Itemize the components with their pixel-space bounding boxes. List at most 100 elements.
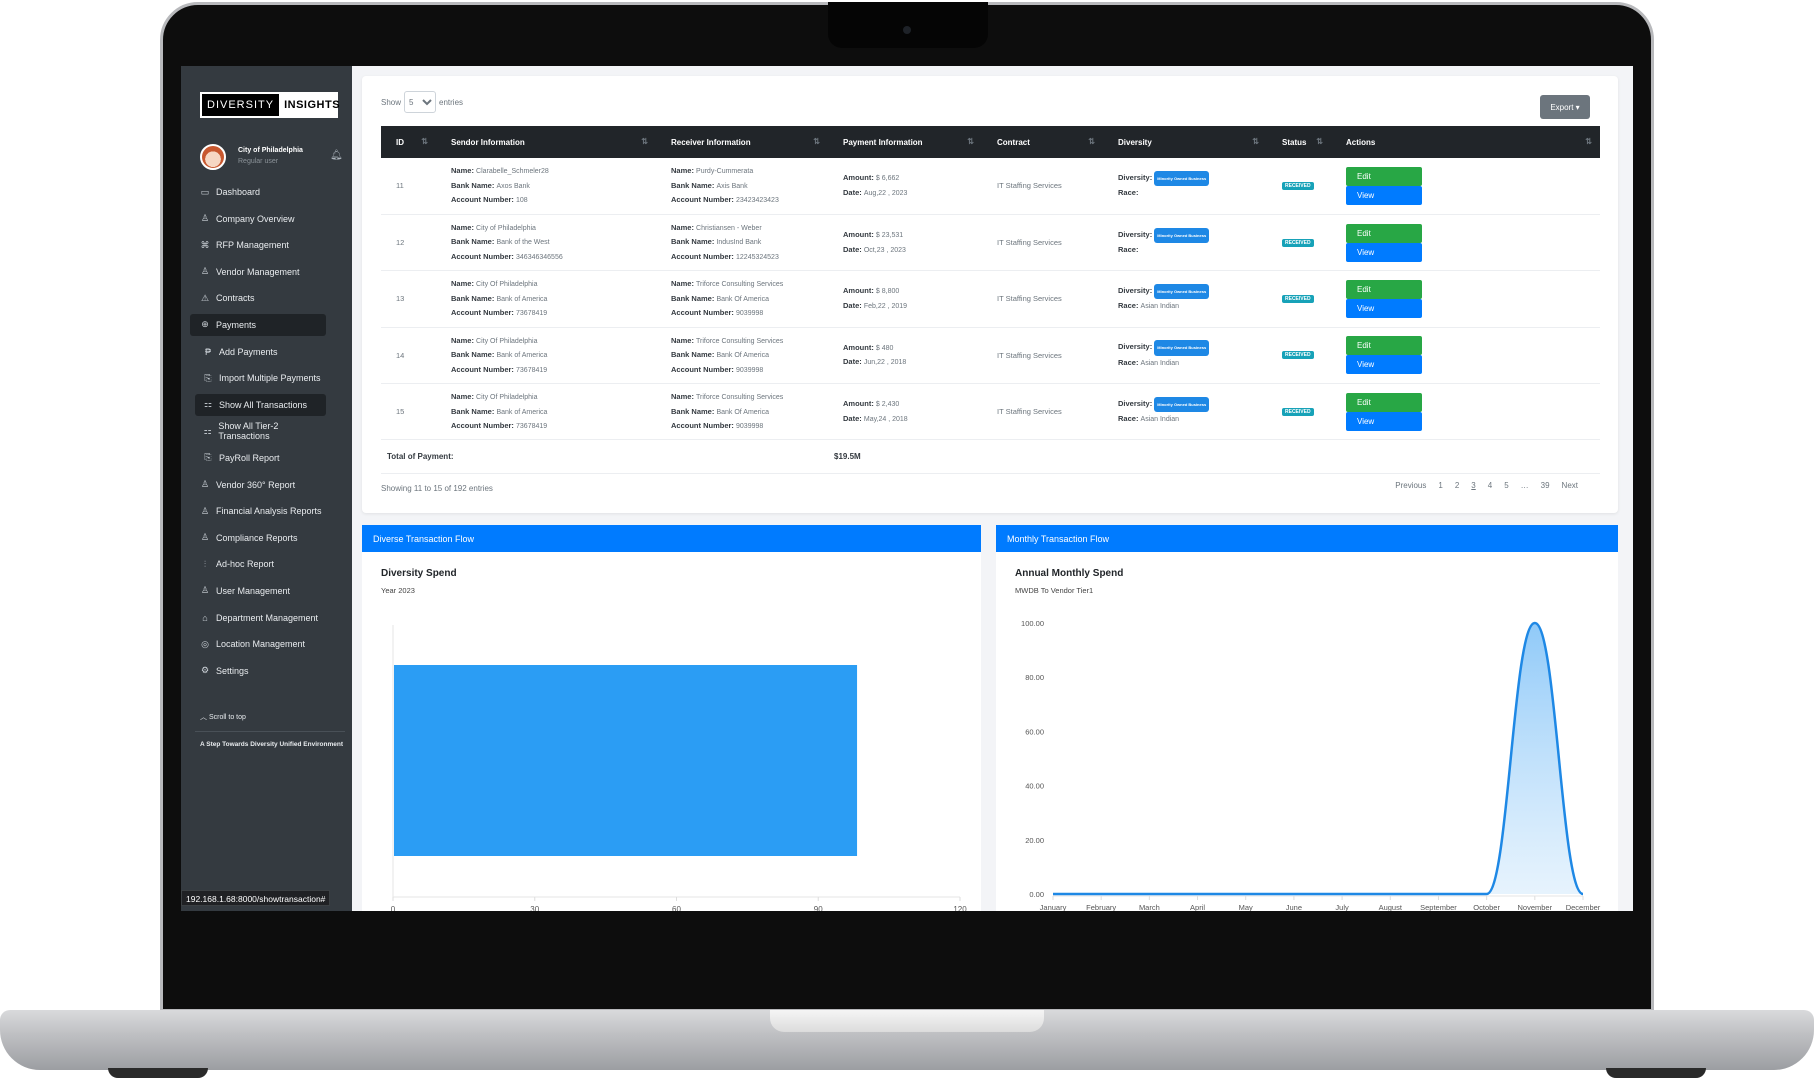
column-header-label: Payment Information xyxy=(843,137,923,147)
sidebar-item-financial-analysis-reports[interactable]: ♙ Financial Analysis Reports xyxy=(190,500,326,522)
sort-arrows-icon[interactable]: ⇅ xyxy=(1585,137,1592,146)
sidebar-item-label: Financial Analysis Reports xyxy=(216,506,322,517)
sidebar-item-vendor-360-report[interactable]: ♙ Vendor 360° Report xyxy=(190,474,326,496)
x-tick-label: May xyxy=(1239,903,1253,911)
sidebar-item-rfp-management[interactable]: ⌘ RFP Management xyxy=(190,234,326,256)
user-profile[interactable]: City of Philadelphia Regular user 🔔︎ xyxy=(200,144,343,174)
sort-arrows-icon[interactable]: ⇅ xyxy=(641,137,648,146)
column-header-id[interactable]: ID ⇅ xyxy=(381,126,436,158)
column-header-status[interactable]: Status ⇅ xyxy=(1267,126,1331,158)
column-header-diversity[interactable]: Diversity ⇅ xyxy=(1103,126,1267,158)
field-value: 12245324523 xyxy=(736,253,779,261)
cell-sender: Name: City Of Philadelphia Bank Name: Ban… xyxy=(436,383,656,441)
panel-header: Monthly Transaction Flow xyxy=(996,525,1618,552)
table-row: 11 Name: Clarabelle_Schmeler28 Bank Name: … xyxy=(381,158,1600,215)
pagination-page[interactable]: 2 xyxy=(1449,481,1465,490)
column-header-contract[interactable]: Contract ⇅ xyxy=(982,126,1103,158)
view-button[interactable]: View xyxy=(1346,298,1422,318)
sort-arrows-icon[interactable]: ⇅ xyxy=(967,137,974,146)
edit-button[interactable]: Edit xyxy=(1346,392,1422,412)
receiver-account: Account Number: 12245324523 xyxy=(671,250,828,265)
sidebar-item-add-payments[interactable]: ₱ Add Payments xyxy=(190,341,326,363)
field-label: Amount xyxy=(843,286,872,296)
pagination: Previous 1 2 3 4 5… 39 Next xyxy=(1389,481,1584,490)
column-header-receiver-information[interactable]: Receiver Information ⇅ xyxy=(656,126,828,158)
sidebar-item-label: PayRoll Report xyxy=(219,452,280,463)
entries-per-page-select[interactable]: 5 xyxy=(404,91,437,113)
pagination-page[interactable]: 5 xyxy=(1498,481,1514,490)
pagination-page[interactable]: 39 xyxy=(1535,481,1556,490)
entries-length-control: Show 5 entries xyxy=(381,91,463,113)
field-value: IndusInd Bank xyxy=(716,239,762,247)
sidebar-item-department-management[interactable]: ⌂ Department Management xyxy=(190,607,326,629)
column-header-actions[interactable]: Actions ⇅ xyxy=(1331,126,1600,158)
export-dropdown-button[interactable]: Export ▾ xyxy=(1540,95,1590,119)
x-tick-label: December xyxy=(1566,903,1601,911)
view-button[interactable]: View xyxy=(1346,355,1422,375)
field-label: Date xyxy=(843,300,860,310)
sidebar-item-location-management[interactable]: ◎ Location Management xyxy=(190,633,326,655)
sender-name: Name: City Of Philadelphia xyxy=(451,390,656,405)
sender-name: Name: Clarabelle_Schmeler28 xyxy=(451,164,656,179)
sidebar-item-vendor-management[interactable]: ♙ Vendor Management xyxy=(190,261,326,283)
column-header-sendor-information[interactable]: Sendor Information ⇅ xyxy=(436,126,656,158)
view-button[interactable]: View xyxy=(1346,185,1422,205)
circle-plus-icon: ⊕ xyxy=(201,319,209,330)
sidebar-item-import-multiple-payments[interactable]: ⎘ Import Multiple Payments xyxy=(190,367,326,389)
sidebar-item-show-all-transactions[interactable]: ⚏ Show All Transactions xyxy=(195,393,326,416)
sidebar-item-payroll-report[interactable]: ⎘ PayRoll Report xyxy=(190,447,326,469)
scroll-to-top-link[interactable]: ︿ Scroll to top xyxy=(200,712,246,722)
cell-receiver: Name: Purdy-Cummerata Bank Name: Axis Ban… xyxy=(656,158,828,215)
cell-sender: Name: Clarabelle_Schmeler28 Bank Name: Ax… xyxy=(436,158,656,215)
cell-receiver: Name: Triforce Consulting Services Bank N… xyxy=(656,270,828,328)
total-value: $19.5M xyxy=(828,439,1600,475)
column-header-label: Receiver Information xyxy=(671,137,751,147)
payment-date: Date: May,24 , 2018 xyxy=(843,412,982,427)
y-tick-label: 60.00 xyxy=(1025,727,1044,736)
view-button[interactable]: View xyxy=(1346,242,1422,262)
field-label: Race xyxy=(1118,357,1136,367)
edit-button[interactable]: Edit xyxy=(1346,279,1422,299)
cell-payment: Amount: $ 480 Date: Jun,22 , 2018 xyxy=(828,327,982,385)
pagination-previous[interactable]: Previous xyxy=(1389,481,1432,490)
column-header-payment-information[interactable]: Payment Information ⇅ xyxy=(828,126,982,158)
camera-notch xyxy=(828,2,988,48)
sort-arrows-icon[interactable]: ⇅ xyxy=(1316,137,1323,146)
sort-arrows-icon[interactable]: ⇅ xyxy=(1252,137,1259,146)
sort-arrows-icon[interactable]: ⇅ xyxy=(1088,137,1095,146)
pagination-page[interactable]: 1 xyxy=(1432,481,1448,490)
sidebar-item-ad-hoc-report[interactable]: ⫶ Ad-hoc Report xyxy=(190,553,326,575)
pagination-next[interactable]: Next xyxy=(1556,481,1584,490)
field-value: 73678419 xyxy=(516,423,548,430)
sidebar-item-company-overview[interactable]: ♙ Company Overview xyxy=(190,208,326,230)
view-button[interactable]: View xyxy=(1346,411,1422,431)
pagination-page[interactable]: 4 xyxy=(1482,481,1498,490)
race-line: Race: Asian Indian xyxy=(1118,299,1267,314)
sidebar-item-compliance-reports[interactable]: ♙ Compliance Reports xyxy=(190,527,326,549)
app-logo[interactable]: DIVERSITY INSIGHTS xyxy=(200,92,340,118)
x-tick-label: November xyxy=(1518,903,1553,911)
cell-diversity: Diversity: Minority Owned Business Race: … xyxy=(1103,383,1267,441)
sidebar-item-user-management[interactable]: ♙ User Management xyxy=(190,580,326,602)
field-value: City Of Philadelphia xyxy=(476,337,538,345)
pagination-page[interactable]: 3 xyxy=(1465,481,1481,490)
sidebar-item-show-all-tier-2-transactions[interactable]: ⚏ Show All Tier-2 Transactions xyxy=(190,420,326,442)
sidebar-item-contracts[interactable]: ⚠ Contracts xyxy=(190,287,326,309)
sidebar-item-dashboard[interactable]: ▭ Dashboard xyxy=(190,181,326,203)
sort-arrows-icon[interactable]: ⇅ xyxy=(421,137,428,146)
pagination-ellipsis[interactable]: … xyxy=(1515,481,1535,490)
monthly-transaction-flow-panel: Monthly Transaction Flow Annual Monthly … xyxy=(996,525,1618,911)
sidebar-item-label: Vendor Management xyxy=(216,266,300,277)
cell-receiver: Name: Triforce Consulting Services Bank N… xyxy=(656,383,828,441)
x-tick-label: March xyxy=(1139,903,1160,911)
table-info: Showing 11 to 15 of 192 entries xyxy=(381,484,493,493)
bell-icon[interactable]: 🔔︎ xyxy=(330,150,343,161)
field-label: Bank Name xyxy=(451,180,492,190)
sidebar-item-settings[interactable]: ⚙ Settings xyxy=(190,660,326,682)
sender-account: Account Number: 73678419 xyxy=(451,363,656,378)
edit-button[interactable]: Edit xyxy=(1346,336,1422,356)
edit-button[interactable]: Edit xyxy=(1346,166,1422,186)
sidebar-item-payments[interactable]: ⊕ Payments xyxy=(190,313,326,336)
sort-arrows-icon[interactable]: ⇅ xyxy=(813,137,820,146)
edit-button[interactable]: Edit xyxy=(1346,223,1422,243)
